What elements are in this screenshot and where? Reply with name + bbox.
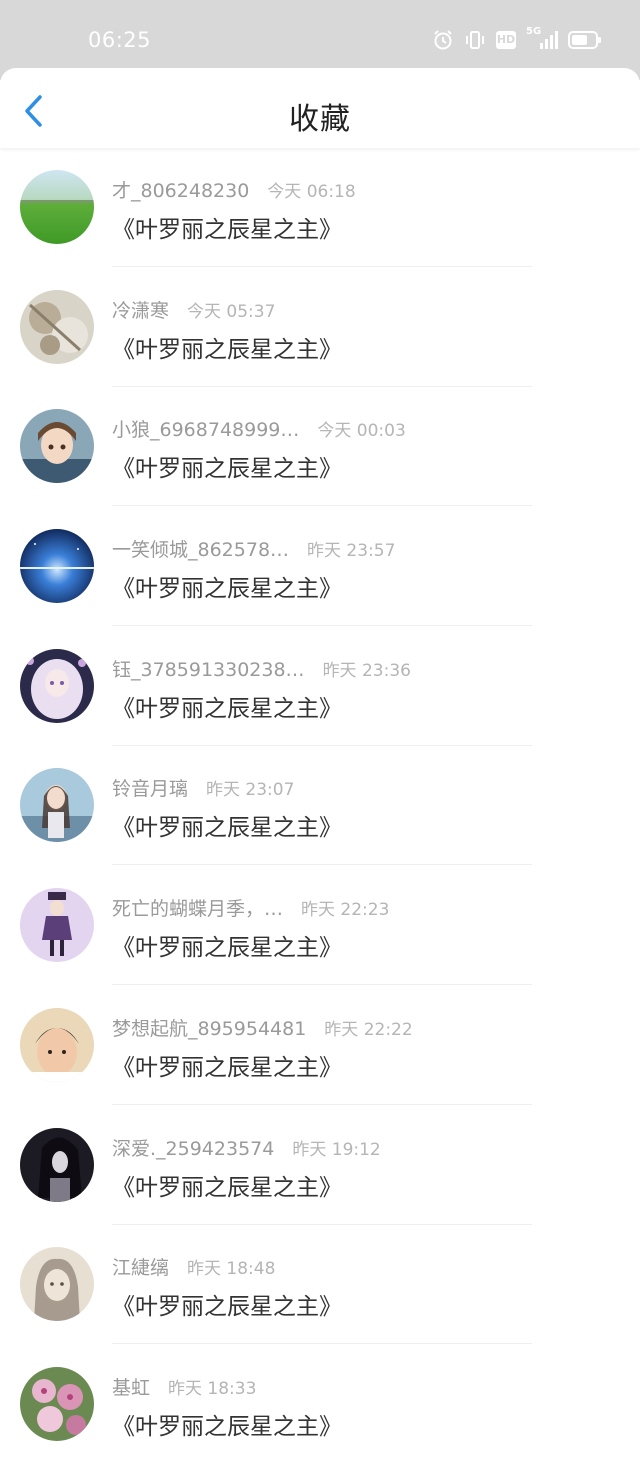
- book-title[interactable]: 《叶罗丽之辰星之主》: [112, 330, 342, 364]
- book-title[interactable]: 《叶罗丽之辰星之主》: [112, 1407, 342, 1441]
- book-title[interactable]: 《叶罗丽之辰星之主》: [112, 1048, 342, 1082]
- book-title[interactable]: 《叶罗丽之辰星之主》: [112, 1168, 342, 1202]
- vibrate-icon: [466, 31, 484, 49]
- avatar[interactable]: [20, 768, 94, 843]
- book-title[interactable]: 《叶罗丽之辰星之主》: [112, 808, 342, 842]
- nav-bar: 收藏: [0, 68, 640, 148]
- avatar[interactable]: [20, 1007, 94, 1082]
- avatar[interactable]: [20, 1127, 94, 1202]
- list-item[interactable]: 深爱._259423574 昨天 19:12 《叶罗丽之辰星之主》: [0, 1106, 640, 1226]
- favorites-list: 才_806248230 今天 06:18 《叶罗丽之辰星之主》 冷潇寒 今天 05:…: [0, 148, 640, 1465]
- list-item[interactable]: 梦想起航_895954481 昨天 22:22 《叶罗丽之辰星之主》: [0, 986, 640, 1106]
- list-item[interactable]: 铃音月璃 昨天 23:07 《叶罗丽之辰星之主》: [0, 746, 640, 866]
- timestamp: 昨天 19:12: [292, 1139, 381, 1160]
- page-title: 收藏: [289, 102, 351, 137]
- timestamp: 昨天 22:23: [301, 900, 390, 921]
- user-name[interactable]: 梦想起航_895954481: [112, 1014, 306, 1041]
- avatar[interactable]: [20, 1366, 94, 1441]
- book-title[interactable]: 《叶罗丽之辰星之主》: [112, 689, 342, 723]
- timestamp: 今天 06:18: [267, 182, 356, 202]
- status-time: 06:25: [88, 28, 152, 52]
- book-title[interactable]: 《叶罗丽之辰星之主》: [112, 928, 342, 962]
- avatar[interactable]: [20, 648, 94, 723]
- hd-icon: HD: [496, 31, 516, 49]
- timestamp: 昨天 23:36: [322, 660, 411, 681]
- user-name[interactable]: 小狼_6968748999…: [112, 415, 299, 442]
- user-name[interactable]: 江緁缡: [112, 1253, 169, 1280]
- timestamp: 昨天 22:22: [324, 1019, 413, 1040]
- avatar[interactable]: [20, 888, 94, 963]
- status-icons: HD 5G: [432, 26, 602, 54]
- user-name[interactable]: 深爱._259423574: [112, 1134, 274, 1161]
- list-item[interactable]: 一笑倾城_862578… 昨天 23:57 《叶罗丽之辰星之主》: [0, 507, 640, 627]
- list-item[interactable]: 钰_378591330238… 昨天 23:36 《叶罗丽之辰星之主》: [0, 627, 640, 747]
- book-title[interactable]: 《叶罗丽之辰星之主》: [112, 210, 342, 244]
- user-name[interactable]: 才_806248230: [112, 176, 249, 203]
- timestamp: 昨天 23:07: [206, 780, 295, 801]
- book-title[interactable]: 《叶罗丽之辰星之主》: [112, 449, 342, 483]
- timestamp: 今天 00:03: [317, 421, 406, 442]
- avatar[interactable]: [20, 289, 94, 364]
- list-item[interactable]: 小狼_6968748999… 今天 00:03 《叶罗丽之辰星之主》: [0, 387, 640, 507]
- user-name[interactable]: 钰_378591330238…: [112, 655, 305, 682]
- timestamp: 昨天 23:57: [307, 541, 396, 562]
- timestamp: 昨天 18:33: [168, 1378, 257, 1399]
- avatar[interactable]: [20, 1247, 94, 1322]
- user-name[interactable]: 冷潇寒: [112, 296, 169, 323]
- avatar[interactable]: [20, 409, 94, 484]
- alarm-icon: [434, 30, 452, 50]
- list-item[interactable]: 江緁缡 昨天 18:48 《叶罗丽之辰星之主》: [0, 1225, 640, 1345]
- battery-icon: [568, 31, 601, 49]
- list-item[interactable]: 才_806248230 今天 06:18 《叶罗丽之辰星之主》: [0, 148, 640, 268]
- avatar[interactable]: [20, 170, 94, 244]
- timestamp: 昨天 18:48: [187, 1259, 276, 1280]
- signal-icon: 5G: [526, 26, 558, 51]
- book-title[interactable]: 《叶罗丽之辰星之主》: [112, 1287, 342, 1321]
- user-name[interactable]: 一笑倾城_862578…: [112, 535, 289, 562]
- list-item[interactable]: 冷潇寒 今天 05:37 《叶罗丽之辰星之主》: [0, 268, 640, 388]
- user-name[interactable]: 基虹: [112, 1373, 150, 1400]
- list-item[interactable]: 死亡的蝴蝶月季，… 昨天 22:23 《叶罗丽之辰星之主》: [0, 866, 640, 986]
- list-item[interactable]: 基虹 昨天 18:33 《叶罗丽之辰星之主》: [0, 1345, 640, 1465]
- user-name[interactable]: 铃音月璃: [112, 774, 188, 801]
- avatar[interactable]: [20, 529, 94, 604]
- book-title[interactable]: 《叶罗丽之辰星之主》: [112, 569, 342, 603]
- user-name[interactable]: 死亡的蝴蝶月季，…: [112, 894, 283, 921]
- timestamp: 今天 05:37: [187, 301, 276, 322]
